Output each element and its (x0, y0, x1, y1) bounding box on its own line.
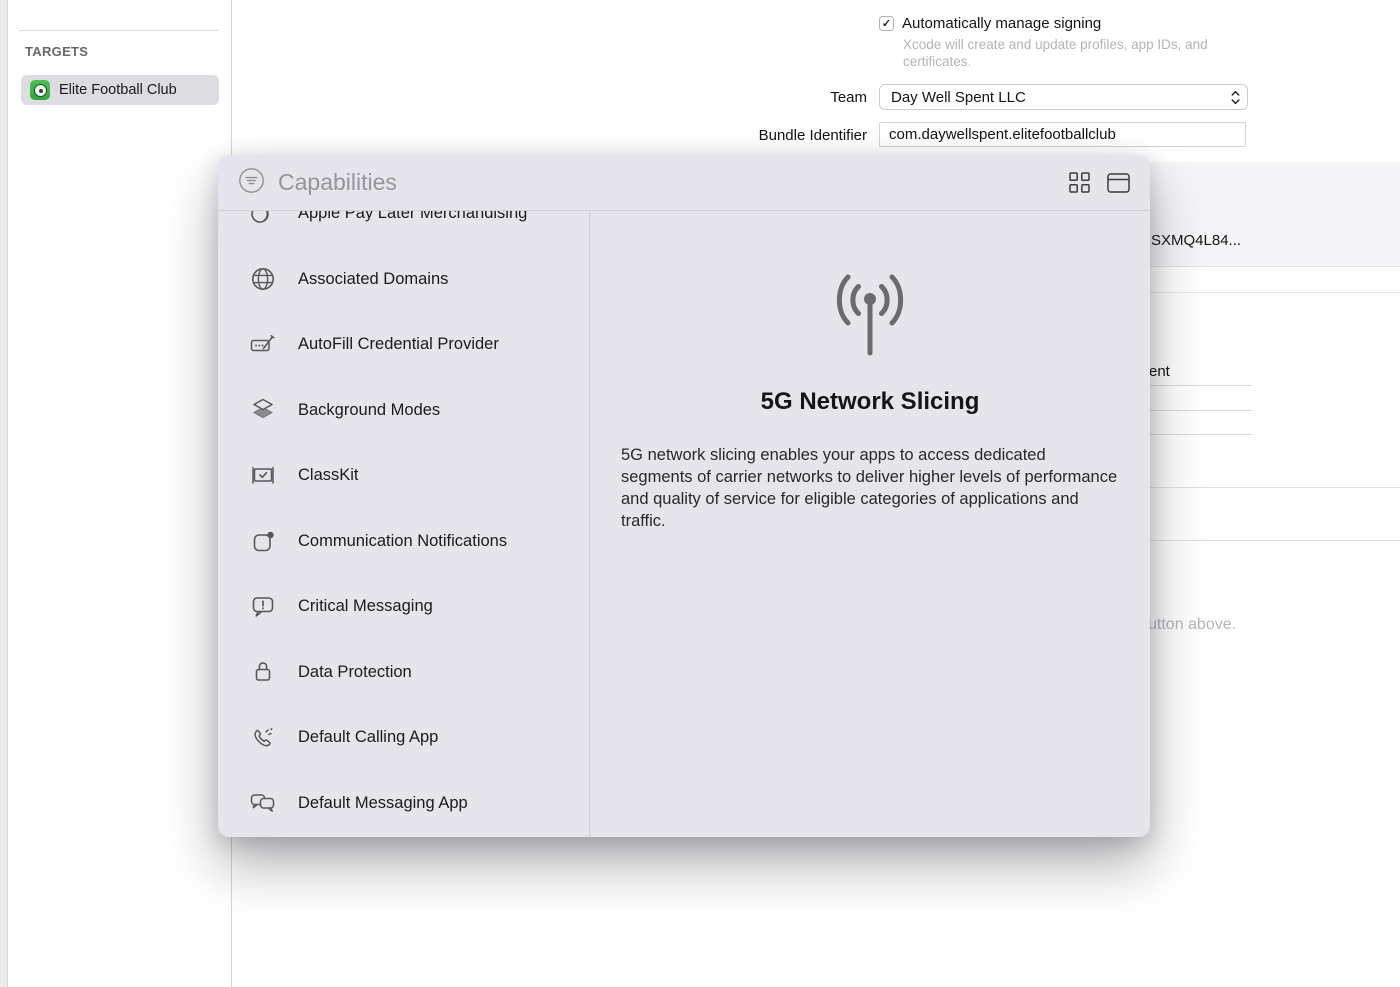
capabilities-header: Capabilities (218, 155, 1150, 211)
background-divider (1140, 487, 1400, 488)
default-messaging-icon (249, 789, 277, 817)
team-dropdown[interactable]: Day Well Spent LLC (879, 84, 1248, 110)
apple-pay-later-icon (249, 211, 277, 228)
capability-row[interactable]: Apple Pay Later Merchandising (218, 211, 589, 247)
targets-section-label: TARGETS (25, 44, 88, 59)
background-divider (1140, 292, 1400, 293)
communication-notifications-icon (249, 527, 277, 555)
capability-label: AutoFill Credential Provider (298, 335, 499, 354)
bundle-identifier-input[interactable]: com.daywellspent.elitefootballclub (879, 122, 1246, 147)
background-table-row: SXMQ4L84... (1140, 162, 1400, 267)
team-id-partial-text: SXMQ4L84... (1151, 232, 1241, 249)
capability-row[interactable]: Default Messaging App (218, 771, 589, 837)
field-underline (1149, 410, 1252, 411)
auto-signing-checkbox[interactable]: ✓ (879, 16, 894, 31)
capability-row[interactable]: Communication Notifications (218, 509, 589, 575)
capability-label: Critical Messaging (298, 597, 433, 616)
window-view-icon[interactable] (1107, 173, 1130, 193)
team-label: Team (700, 89, 867, 106)
background-divider (1140, 540, 1400, 541)
capability-detail-title: 5G Network Slicing (761, 388, 980, 416)
capability-label: Default Calling App (298, 728, 438, 747)
auto-signing-label: Automatically manage signing (902, 15, 1101, 32)
globe-icon (249, 265, 277, 293)
data-protection-icon (249, 658, 277, 686)
capabilities-popover: Capabilities (218, 155, 1150, 837)
capability-label: Default Messaging App (298, 794, 468, 813)
capability-row[interactable]: AutoFill Credential Provider (218, 312, 589, 378)
target-name-label: Elite Football Club (59, 82, 177, 98)
dropdown-stepper-icon (1231, 90, 1240, 109)
autofill-credential-icon (249, 331, 277, 359)
capability-row[interactable]: Associated Domains (218, 247, 589, 313)
sidebar-divider (19, 30, 219, 31)
window-left-rail (0, 0, 8, 987)
capability-label: Associated Domains (298, 270, 448, 289)
project-sidebar: TARGETS Elite Football Club (9, 0, 232, 987)
antenna-radiowaves-icon (822, 269, 918, 370)
field-underline (1149, 434, 1252, 435)
capability-label: Apple Pay Later Merchandising (298, 211, 527, 223)
bundle-identifier-label: Bundle Identifier (700, 127, 867, 144)
classkit-icon (249, 462, 277, 490)
capability-label: ClassKit (298, 466, 359, 485)
capability-label: Background Modes (298, 401, 440, 420)
capability-detail-pane: 5G Network Slicing 5G network slicing en… (590, 211, 1150, 837)
capability-row[interactable]: Default Calling App (218, 705, 589, 771)
bundle-identifier-value: com.daywellspent.elitefootballclub (889, 126, 1116, 143)
capability-row[interactable]: Data Protection (218, 640, 589, 706)
capability-label: Data Protection (298, 663, 412, 682)
critical-messaging-icon (249, 593, 277, 621)
capability-row[interactable]: Background Modes (218, 378, 589, 444)
grid-view-icon[interactable] (1069, 172, 1090, 193)
filter-icon (238, 167, 265, 199)
capabilities-filter-input[interactable]: Capabilities (278, 169, 1069, 196)
capability-row[interactable]: ClassKit (218, 443, 589, 509)
capability-detail-description: 5G network slicing enables your apps to … (621, 444, 1119, 532)
app-icon (30, 80, 50, 100)
field-partial-text: ent (1149, 363, 1170, 380)
default-calling-icon (249, 724, 277, 752)
field-underline (1149, 385, 1252, 386)
capabilities-list: Apple Pay Later Merchandising Associated… (218, 211, 590, 837)
capability-label: Communication Notifications (298, 532, 507, 551)
hint-partial-text: utton above. (1148, 616, 1236, 634)
background-modes-icon (249, 396, 277, 424)
sidebar-item-target[interactable]: Elite Football Club (21, 75, 219, 105)
capability-row[interactable]: Critical Messaging (218, 574, 589, 640)
signing-helper-text: Xcode will create and update profiles, a… (903, 36, 1255, 70)
team-value: Day Well Spent LLC (891, 89, 1026, 106)
